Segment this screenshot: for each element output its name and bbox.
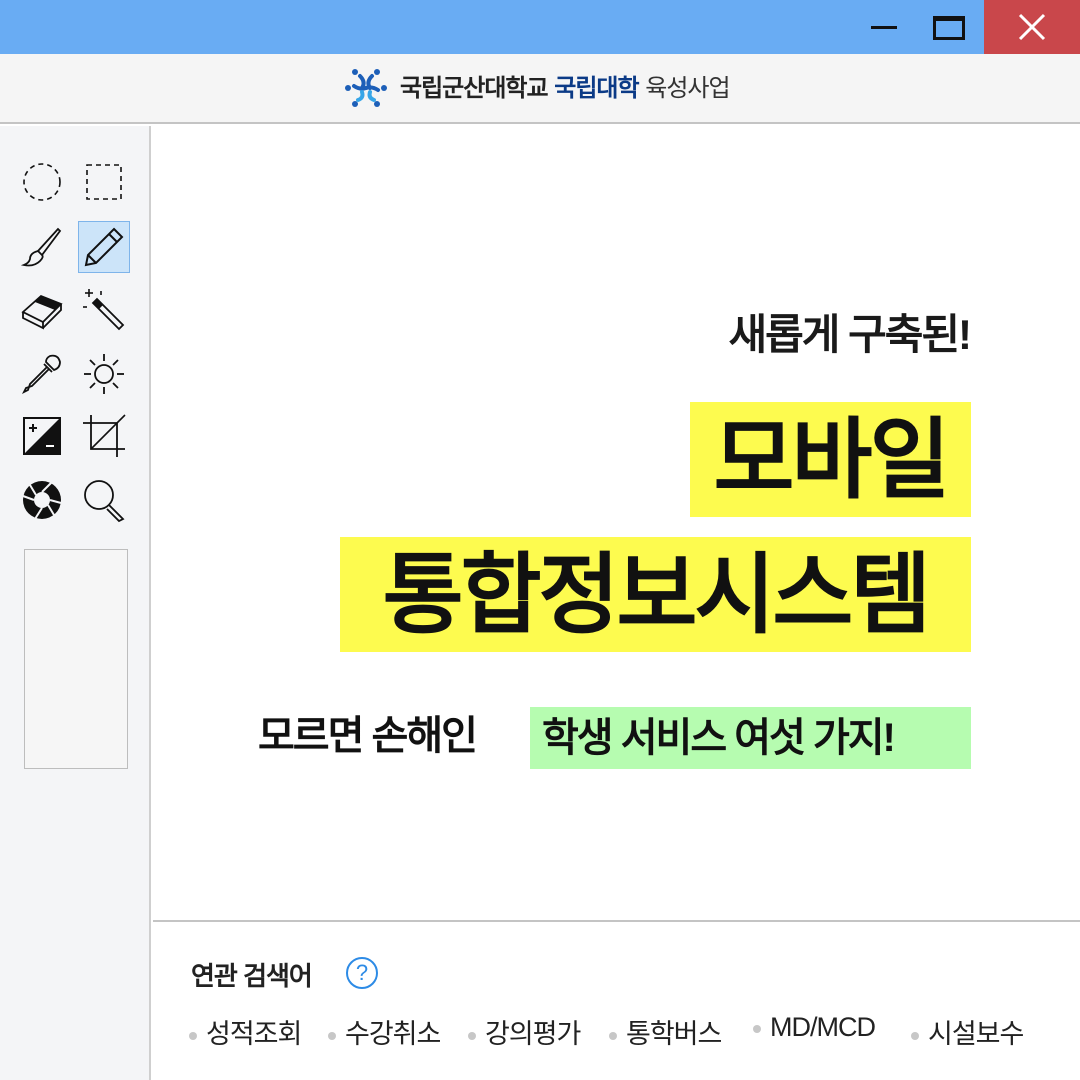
ellipse-select-tool[interactable] xyxy=(16,156,68,208)
brand-project: 육성사업 xyxy=(645,75,730,102)
color-swatch-panel[interactable] xyxy=(24,549,128,769)
bullet-icon xyxy=(911,1031,919,1040)
pencil-icon xyxy=(84,227,124,267)
related-search-panel: 연관 검색어 ? 성적조회 수강취소 강의평가 통학버스 MD/MCD 시설보수 xyxy=(153,920,1080,1080)
headline-intro: 새롭게 구축된! xyxy=(728,311,972,358)
eraser-icon xyxy=(21,294,63,330)
subline-highlight: 학생 서비스 여섯 가지! xyxy=(530,707,971,769)
minimize-icon xyxy=(871,26,897,29)
close-button[interactable] xyxy=(984,0,1080,54)
close-icon xyxy=(1018,13,1046,41)
brush-icon xyxy=(20,227,62,267)
brush-tool[interactable] xyxy=(16,221,68,273)
exposure-icon xyxy=(23,417,61,455)
keyword-label: 강의평가 xyxy=(485,1019,581,1049)
bullet-icon xyxy=(609,1031,617,1040)
keyword-item[interactable]: 수강취소 xyxy=(328,1012,441,1051)
university-logo-icon xyxy=(345,69,387,107)
zoom-tool[interactable] xyxy=(78,474,130,526)
keyword-item[interactable]: MD/MCD xyxy=(753,1012,876,1043)
headline-system: 통합정보시스템 xyxy=(340,537,971,652)
brand-university: 국립군산대학교 xyxy=(400,75,549,102)
pencil-tool[interactable] xyxy=(78,221,130,273)
tool-palette xyxy=(0,126,151,1080)
aperture-icon xyxy=(22,481,62,520)
subline-text: 모르면 손해인 xyxy=(258,714,478,758)
related-search-title: 연관 검색어 xyxy=(191,961,313,991)
brightness-tool[interactable] xyxy=(78,348,130,400)
eraser-tool[interactable] xyxy=(16,284,68,336)
rect-select-icon xyxy=(86,164,122,200)
bullet-icon xyxy=(753,1024,761,1033)
keyword-item[interactable]: 통학버스 xyxy=(609,1012,722,1051)
brightness-icon xyxy=(84,354,124,394)
keyword-item[interactable]: 시설보수 xyxy=(911,1012,1024,1051)
bullet-icon xyxy=(189,1031,197,1040)
window-titlebar xyxy=(0,0,1080,54)
minimize-button[interactable] xyxy=(856,0,912,54)
magic-wand-icon xyxy=(83,289,125,331)
bullet-icon xyxy=(328,1031,336,1040)
exposure-tool[interactable] xyxy=(16,410,68,462)
keyword-item[interactable]: 강의평가 xyxy=(468,1012,581,1051)
help-icon[interactable]: ? xyxy=(346,957,378,989)
crop-tool[interactable] xyxy=(78,410,130,462)
brand-national: 국립대학 xyxy=(554,75,639,102)
maximize-button[interactable] xyxy=(920,0,978,54)
keyword-label: 시설보수 xyxy=(928,1019,1024,1049)
maximize-icon xyxy=(933,16,965,40)
canvas-area[interactable]: 새롭게 구축된! 모바일 통합정보시스템 모르면 손해인 학생 서비스 여섯 가… xyxy=(153,126,1080,920)
keyword-label: 수강취소 xyxy=(345,1019,441,1049)
crop-icon xyxy=(83,414,126,457)
keyword-label: 통학버스 xyxy=(626,1019,722,1049)
brand-text: 국립군산대학교 국립대학 육성사업 xyxy=(400,74,731,104)
ellipse-select-icon xyxy=(23,163,61,201)
keyword-label: 성적조회 xyxy=(206,1019,302,1049)
keyword-item[interactable]: 성적조회 xyxy=(189,1012,302,1051)
magic-wand-tool[interactable] xyxy=(78,284,130,336)
bullet-icon xyxy=(468,1031,476,1040)
magnifier-icon xyxy=(84,480,125,523)
headline-mobile: 모바일 xyxy=(690,402,971,517)
rect-select-tool[interactable] xyxy=(78,156,130,208)
eyedropper-tool[interactable] xyxy=(16,348,68,400)
eyedropper-icon xyxy=(21,354,61,395)
brand-header: 국립군산대학교 국립대학 육성사업 xyxy=(0,54,1080,124)
aperture-tool[interactable] xyxy=(16,474,68,526)
keyword-label: MD/MCD xyxy=(770,1012,876,1042)
